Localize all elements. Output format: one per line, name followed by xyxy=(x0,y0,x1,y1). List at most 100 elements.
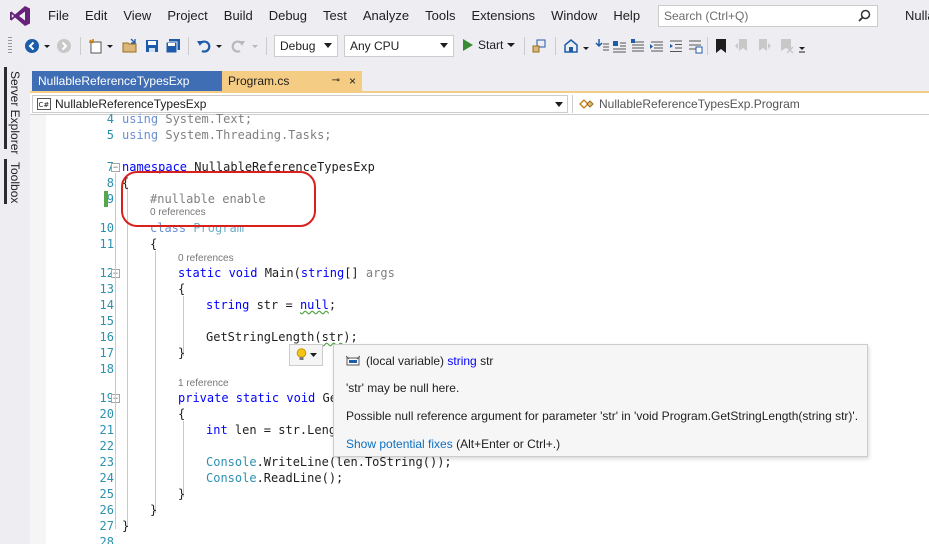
hot-reload-icon[interactable] xyxy=(563,38,579,54)
line-number: 19 xyxy=(99,391,114,405)
platform-value: Any CPU xyxy=(350,39,400,53)
code-line: string str = null; xyxy=(206,298,337,312)
line-number: 18 xyxy=(99,362,114,376)
project-name: NullableReferenceTypesExp xyxy=(55,97,207,111)
line-number: 22 xyxy=(99,439,114,453)
show-potential-fixes-link[interactable]: Show potential fixes xyxy=(346,437,453,451)
indent-guide xyxy=(155,251,156,513)
pin-icon[interactable]: ⊸ xyxy=(332,75,340,86)
line-number: 13 xyxy=(99,282,114,296)
line-number: 10 xyxy=(99,221,114,235)
server-explorer-tab[interactable]: Server Explorer xyxy=(8,71,22,154)
toolbar-overflow-icon[interactable] xyxy=(798,38,806,54)
line-number: 17 xyxy=(99,346,114,360)
tab-label: Program.cs xyxy=(228,74,290,88)
code-line: } xyxy=(150,503,158,517)
code-line: private static void Ge xyxy=(178,391,337,405)
code-line: } xyxy=(122,519,130,533)
toolbar-separator xyxy=(80,37,81,55)
code-line: GetStringLength(str); xyxy=(206,330,358,344)
open-file-icon[interactable] xyxy=(122,38,138,54)
standard-toolbar: Debug Any CPU Start xyxy=(0,31,929,61)
tool-window-sidebar: Server Explorer Toolbox xyxy=(0,61,30,544)
menu-file[interactable]: File xyxy=(40,0,77,31)
code-line: { xyxy=(178,407,186,421)
indent-guide xyxy=(183,421,184,497)
next-bookmark-icon[interactable] xyxy=(756,38,772,54)
browser-link-icon[interactable] xyxy=(531,38,547,54)
save-all-icon[interactable] xyxy=(165,38,181,54)
quick-info-warning: 'str' may be null here. xyxy=(346,381,460,395)
hot-reload-dropdown-icon[interactable] xyxy=(582,38,590,54)
menu-analyze[interactable]: Analyze xyxy=(355,0,417,31)
line-number: 21 xyxy=(99,423,114,437)
line-number: 11 xyxy=(99,237,114,251)
indent-icon[interactable] xyxy=(668,38,684,54)
toolbar-separator xyxy=(707,37,708,55)
undo-icon[interactable] xyxy=(196,38,212,54)
step-out-icon[interactable] xyxy=(630,38,646,54)
navigate-forward-icon[interactable] xyxy=(56,38,72,54)
code-line: { xyxy=(150,237,158,251)
line-number: 28 xyxy=(99,535,114,544)
format-document-icon[interactable] xyxy=(649,38,665,54)
menu-help[interactable]: Help xyxy=(605,0,648,31)
tab-program-cs[interactable]: Program.cs ⊸ × xyxy=(222,71,362,92)
collapse-icon[interactable]: − xyxy=(111,163,120,172)
menu-window[interactable]: Window xyxy=(543,0,605,31)
start-debugging-button[interactable]: Start xyxy=(462,38,516,52)
tab-nullablereferencetypesexp[interactable]: NullableReferenceTypesExp xyxy=(32,71,222,92)
step-into-icon[interactable] xyxy=(594,38,610,54)
menu-debug[interactable]: Debug xyxy=(261,0,315,31)
type-scope-dropdown[interactable]: NullableReferenceTypesExp.Program xyxy=(572,95,929,113)
visual-studio-logo-icon[interactable] xyxy=(0,0,40,31)
menu-edit[interactable]: Edit xyxy=(77,0,115,31)
codelens-references[interactable]: 1 reference xyxy=(178,378,229,389)
bookmark-icon[interactable] xyxy=(713,38,729,54)
change-marker xyxy=(104,191,108,207)
save-icon[interactable] xyxy=(144,38,160,54)
toolbar-separator xyxy=(266,37,267,55)
menu-project[interactable]: Project xyxy=(159,0,215,31)
menu-build[interactable]: Build xyxy=(216,0,261,31)
menu-tools[interactable]: Tools xyxy=(417,0,463,31)
code-line: Console.ReadLine(); xyxy=(206,471,344,485)
menu-extensions[interactable]: Extensions xyxy=(463,0,543,31)
lightbulb-icon xyxy=(296,348,306,360)
redo-icon[interactable] xyxy=(230,38,246,54)
comment-lines-icon[interactable] xyxy=(687,38,703,54)
navigate-back-icon[interactable] xyxy=(24,38,40,54)
menu-bar: File Edit View Project Build Debug Test … xyxy=(0,0,929,31)
quick-actions-button[interactable] xyxy=(289,344,323,366)
redo-dropdown-icon[interactable] xyxy=(251,38,259,54)
new-dropdown-icon[interactable] xyxy=(106,38,114,54)
configuration-dropdown[interactable]: Debug xyxy=(274,35,338,57)
close-icon[interactable]: × xyxy=(349,74,356,88)
line-number: 7 xyxy=(60,160,114,174)
line-number: 24 xyxy=(99,471,114,485)
local-variable-icon xyxy=(346,355,360,366)
codelens-references[interactable]: 0 references xyxy=(178,253,234,264)
chevron-down-icon xyxy=(555,102,563,107)
chevron-down-icon xyxy=(440,43,448,48)
undo-dropdown-icon[interactable] xyxy=(215,38,223,54)
search-input[interactable]: Search (Ctrl+Q) xyxy=(658,5,878,27)
platform-dropdown[interactable]: Any CPU xyxy=(344,35,454,57)
search-placeholder: Search (Ctrl+Q) xyxy=(664,9,749,23)
code-line: Console.WriteLine(len.ToString()); xyxy=(206,455,452,469)
toolbox-tab[interactable]: Toolbox xyxy=(8,162,22,203)
back-dropdown-icon[interactable] xyxy=(43,38,51,54)
highlight-annotation xyxy=(121,171,316,227)
clear-bookmarks-icon[interactable] xyxy=(778,38,794,54)
code-line: using System.Threading.Tasks; xyxy=(122,128,332,142)
code-editor[interactable]: 4 5 7 8 9 10 11 12 13 14 15 16 17 18 19 … xyxy=(30,112,929,544)
quick-info-fixes: Show potential fixes (Alt+Enter or Ctrl+… xyxy=(346,437,560,451)
menu-test[interactable]: Test xyxy=(315,0,355,31)
step-over-icon[interactable] xyxy=(611,38,627,54)
previous-bookmark-icon[interactable] xyxy=(734,38,750,54)
toolbar-separator xyxy=(524,37,525,55)
project-dropdown[interactable]: C# NullableReferenceTypesExp xyxy=(32,95,568,113)
scope-name: NullableReferenceTypesExp.Program xyxy=(599,97,800,111)
new-project-icon[interactable] xyxy=(88,38,104,54)
menu-view[interactable]: View xyxy=(115,0,159,31)
